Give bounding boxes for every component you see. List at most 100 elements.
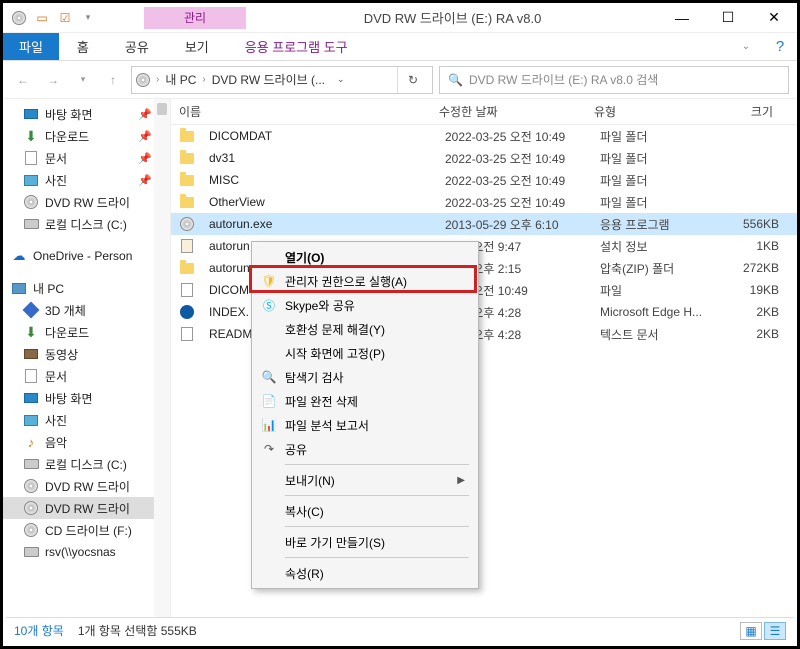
file-row[interactable]: OtherView2022-03-25 오전 10:49파일 폴더 [171,191,797,213]
tree-item[interactable]: ⬇다운로드 [3,321,170,343]
tree-thispc[interactable]: 내 PC [3,277,170,299]
refresh-button[interactable]: ↻ [397,67,428,93]
col-name-header[interactable]: 이름 [171,103,431,120]
menu-separator [285,557,469,558]
menu-props-label: 속성(R) [285,565,324,582]
tree-item[interactable]: 3D 개체 [3,299,170,321]
view-details-button[interactable]: ☰ [764,622,786,640]
file-date: 2022-03-25 오전 10:49 [437,194,592,211]
menu-open[interactable]: 열기(O) [255,245,475,269]
tree-item[interactable]: CD 드라이브 (F:) [3,519,170,541]
file-size: 556KB [712,217,787,231]
folder-icon [179,172,195,188]
minimize-button[interactable]: ― [659,3,705,33]
nav-back-button[interactable]: ← [11,68,35,92]
menu-shortcut[interactable]: 바로 가기 만들기(S) [255,530,475,554]
menu-compat[interactable]: 호환성 문제 해결(Y) [255,317,475,341]
file-type: 설치 정보 [592,238,712,255]
col-type-header[interactable]: 유형 [586,103,706,120]
nav-history-button[interactable]: ▾ [71,68,95,92]
tree-item[interactable]: ♪음악 [3,431,170,453]
shield-icon: 🛡 [261,273,277,289]
maximize-button[interactable]: ☐ [705,3,751,33]
tree-label: 동영상 [45,346,78,363]
nav-forward-button[interactable]: → [41,68,65,92]
col-size-header[interactable]: 크기 [706,103,781,120]
ribbon-home-tab[interactable]: 홈 [59,33,107,60]
file-type: 파일 [592,282,712,299]
ribbon-view-tab[interactable]: 보기 [167,33,227,60]
edge-icon [179,304,195,320]
zip-icon [179,260,195,276]
file-row[interactable]: autorun.exe2013-05-29 오후 6:10응용 프로그램556K… [171,213,797,235]
tree-item[interactable]: ⬇다운로드📌 [3,125,170,147]
tree-item[interactable]: rsv(\\yocsnas [3,541,170,563]
tree-item[interactable]: 동영상 [3,343,170,365]
ribbon-share-tab[interactable]: 공유 [107,33,167,60]
file-type: Microsoft Edge H... [592,305,712,319]
tree-item[interactable]: DVD RW 드라이 [3,191,170,213]
qat-dropdown-icon[interactable]: ▾ [80,10,96,26]
menu-sendto[interactable]: 보내기(N)▶ [255,468,475,492]
tree-item[interactable]: 로컬 디스크 (C:) [3,213,170,235]
tree-label: 사진 [45,172,67,189]
addr-dropdown-button[interactable]: ⌄ [331,74,351,85]
menu-share-label: 공유 [285,441,307,458]
nav-up-button[interactable]: ↑ [101,68,125,92]
file-row[interactable]: MISC2022-03-25 오전 10:49파일 폴더 [171,169,797,191]
close-button[interactable]: ✕ [751,3,797,33]
tree-item[interactable]: 바탕 화면 📌 [3,103,170,125]
file-name: MISC [201,173,437,187]
tree-item[interactable]: 사진 [3,409,170,431]
menu-av-report[interactable]: 📊파일 분석 보고서 [255,413,475,437]
menu-run-as-admin[interactable]: 🛡관리자 권한으로 실행(A) [255,269,475,293]
menu-share[interactable]: ↷공유 [255,437,475,461]
tree-item[interactable]: DVD RW 드라이 [3,475,170,497]
file-row[interactable]: dv312022-03-25 오전 10:49파일 폴더 [171,147,797,169]
search-input[interactable]: 🔍 DVD RW 드라이브 (E:) RA v8.0 검색 [439,66,789,94]
menu-pin-start[interactable]: 시작 화면에 고정(P) [255,341,475,365]
menu-properties[interactable]: 속성(R) [255,561,475,585]
file-date: 2022-03-25 오전 10:49 [437,172,592,189]
menu-pin-label: 시작 화면에 고정(P) [285,345,385,362]
menu-skype-share[interactable]: ⓈSkype와 공유 [255,293,475,317]
pin-icon: 📌 [138,130,152,143]
breadcrumb-pc[interactable]: 내 PC [165,71,196,88]
ribbon-collapse-button[interactable]: ⌄ [729,33,763,60]
nav-tree[interactable]: 바탕 화면📌⬇다운로드📌문서📌사진📌DVD RW 드라이로컬 디스크 (C:)☁… [3,99,171,617]
tree-item[interactable]: 사진📌 [3,169,170,191]
tree-label: 다운로드 [45,324,89,341]
tree-item[interactable]: 로컬 디스크 (C:) [3,453,170,475]
help-button[interactable]: ? [763,33,797,60]
col-date-header[interactable]: 수정한 날짜 [431,103,586,120]
tree-item[interactable]: 문서📌 [3,147,170,169]
menu-copy[interactable]: 복사(C) [255,499,475,523]
disc-icon [23,478,39,494]
tree-label: 바탕 화면 [45,106,93,123]
tree-onedrive[interactable]: ☁OneDrive - Person [3,245,170,267]
tree-item[interactable]: 바탕 화면 [3,387,170,409]
file-row[interactable]: DICOMDAT2022-03-25 오전 10:49파일 폴더 [171,125,797,147]
tree-label: 로컬 디스크 (C:) [45,456,127,473]
pin-icon: 📌 [138,108,152,121]
app-icon [11,10,27,26]
breadcrumb-sep-icon[interactable]: › [202,74,205,85]
ribbon-file-tab[interactable]: 파일 [3,33,59,60]
tree-item[interactable]: 문서 [3,365,170,387]
menu-av-scan[interactable]: 🔍탐색기 검사 [255,365,475,389]
breadcrumb-sep-icon[interactable]: › [156,74,159,85]
tree-item[interactable]: DVD RW 드라이 [3,497,170,519]
view-large-icons-button[interactable]: ▦ [740,622,762,640]
breadcrumb-drive[interactable]: DVD RW 드라이브 (... [212,71,325,88]
menu-shred-label: 파일 완전 삭제 [285,393,358,410]
desktop-icon [23,390,39,406]
menu-av-shred[interactable]: 📄파일 완전 삭제 [255,389,475,413]
tree-scrollbar[interactable] [154,99,170,617]
tree-label: 문서 [45,368,67,385]
av-report-icon: 📊 [261,417,277,433]
ribbon-apptools-tab[interactable]: 응용 프로그램 도구 [227,33,366,60]
pic-icon [23,172,39,188]
qat-checkbox-icon[interactable]: ☑ [57,10,73,26]
address-bar[interactable]: › 내 PC › DVD RW 드라이브 (... ⌄ ↻ [131,66,433,94]
qat-properties-icon[interactable]: ▭ [34,10,50,26]
